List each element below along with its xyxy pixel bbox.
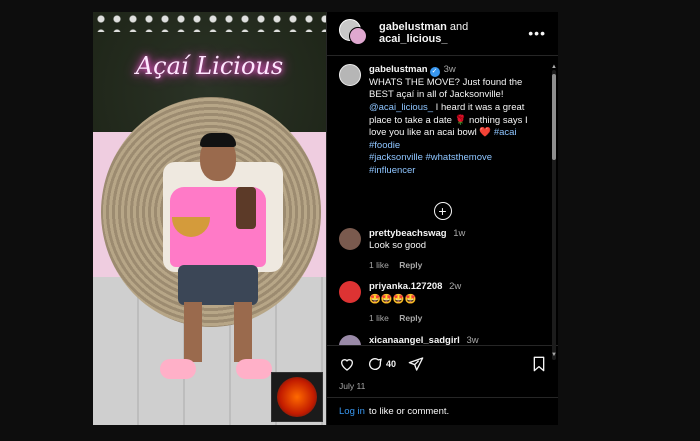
caption-time: 3w <box>443 63 456 75</box>
heart-emoji: ❤️ <box>479 127 492 139</box>
avatar <box>349 27 367 46</box>
comment-time: 2w <box>449 281 462 293</box>
shoe-left <box>160 359 196 379</box>
shorts <box>178 265 258 305</box>
collab-avatars[interactable] <box>339 19 367 47</box>
comment-text: Look so good <box>369 240 427 252</box>
leg-left <box>184 302 202 362</box>
instagram-post: Açaí Licious gabelustman and acai_liciou… <box>93 12 558 425</box>
caption-body: WHATS THE MOVE? Just found the BEST açaí… <box>369 76 523 101</box>
avatar[interactable] <box>339 281 361 304</box>
like-button[interactable] <box>339 356 355 372</box>
person-hair <box>200 133 236 147</box>
comment-text: 🤩🤩🤩🤩 <box>369 293 417 305</box>
avatar[interactable] <box>339 334 361 346</box>
leg-right <box>234 302 252 362</box>
post-sidebar: gabelustman and acai_licious_ ••• gabelu… <box>326 12 558 425</box>
comment-username[interactable]: xicanaangel_sadgirl <box>369 335 460 346</box>
smoothie-cup <box>236 187 256 229</box>
login-bar: Log in to like or comment. <box>327 397 558 425</box>
collaborator-link[interactable]: acai_licious_ <box>379 33 448 45</box>
more-options-icon[interactable]: ••• <box>528 25 546 41</box>
shoe-right <box>236 359 272 379</box>
caption-username[interactable]: gabelustman <box>369 64 428 75</box>
person <box>160 127 272 379</box>
avatar[interactable] <box>339 63 361 86</box>
comments-scroll[interactable]: gabelustman ✓ 3w WHATS THE MOVE? Just foun… <box>327 56 558 346</box>
verified-icon: ✓ <box>429 66 440 77</box>
comment-icon <box>369 357 382 370</box>
comment-time: 3w <box>466 334 479 346</box>
action-bar: 40 <box>327 345 558 381</box>
hashtag-link[interactable]: #jacksonville #whatsthemove <box>369 152 492 163</box>
flower-garland <box>93 12 326 32</box>
comment-likes[interactable]: 1 like <box>369 260 389 270</box>
comment: xicanaangel_sadgirl 3w <box>339 334 546 346</box>
comment-likes[interactable]: 1 like <box>369 313 389 323</box>
comment: priyanka.127208 2w 🤩🤩🤩🤩 1 like Reply <box>339 281 546 325</box>
whats-the-move-logo <box>271 372 323 422</box>
share-button[interactable] <box>408 356 424 372</box>
author-link[interactable]: gabelustman <box>379 21 447 33</box>
bookmark-icon <box>533 356 545 371</box>
comment: prettybeachswag 1w Look so good 1 like R… <box>339 227 546 272</box>
comment-username[interactable]: prettybeachswag <box>369 228 447 239</box>
and-text: and <box>449 21 469 34</box>
post-image[interactable]: Açaí Licious <box>93 12 326 425</box>
post-date: July 11 <box>339 381 366 392</box>
comment-time: 1w <box>453 227 466 239</box>
post-header: gabelustman and acai_licious_ ••• <box>327 12 558 56</box>
reply-button[interactable]: Reply <box>399 313 422 323</box>
avatar[interactable] <box>339 227 361 250</box>
comment-button[interactable]: 40 <box>367 356 396 372</box>
post-authors: gabelustman and acai_licious_ <box>379 21 528 45</box>
caption: gabelustman ✓ 3w WHATS THE MOVE? Just foun… <box>339 63 546 178</box>
mention-link[interactable]: @acai_licious_ <box>369 102 433 113</box>
save-button[interactable] <box>532 356 546 372</box>
load-more-comments-icon[interactable]: + <box>433 201 452 220</box>
rose-emoji: 🌹 <box>454 114 467 126</box>
hashtag-link[interactable]: #influencer <box>369 165 415 176</box>
heart-icon <box>340 358 354 371</box>
caption-text: gabelustman ✓ 3w WHATS THE MOVE? Just foun… <box>369 64 546 178</box>
login-link[interactable]: Log in <box>339 406 365 417</box>
comment-username[interactable]: priyanka.127208 <box>369 281 442 292</box>
scrollbar-thumb[interactable] <box>552 74 556 160</box>
scroll-down-icon[interactable]: ▼ <box>551 352 557 358</box>
reply-button[interactable]: Reply <box>399 260 422 270</box>
login-text: to like or comment. <box>368 406 450 418</box>
scroll-up-icon[interactable]: ▲ <box>551 64 557 70</box>
neon-sign: Açaí Licious <box>135 52 284 80</box>
comment-count: 40 <box>386 358 397 369</box>
send-icon <box>408 356 424 371</box>
